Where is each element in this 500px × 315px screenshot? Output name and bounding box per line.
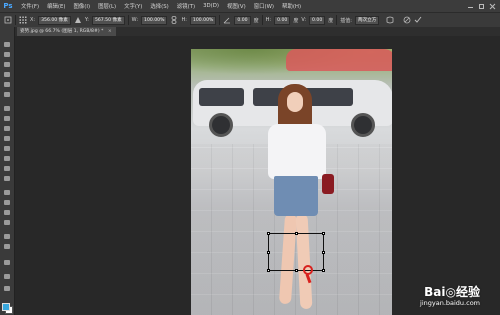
quick-select-tool-icon[interactable] [3, 71, 11, 78]
transform-options-bar: X: 356.00 像素 Y: 567.50 像素 W: 100.00% H: … [0, 12, 500, 28]
menu-help[interactable]: 帮助(H) [278, 2, 305, 10]
transform-handle[interactable] [295, 232, 298, 235]
path-select-tool-icon[interactable] [3, 209, 11, 216]
menu-view[interactable]: 视图(V) [223, 2, 250, 10]
zoom-tool-icon[interactable] [3, 243, 11, 250]
interpolation-select[interactable]: 两次立方 [354, 15, 380, 25]
shape-tool-icon[interactable] [3, 219, 11, 226]
maximize-icon[interactable] [478, 3, 485, 10]
baidu-jingyan-watermark: Bai◎经验 jingyan.baidu.com [420, 283, 480, 307]
degree-symbol: 度 [293, 17, 299, 24]
triangle-icon [74, 16, 82, 24]
brush-tool-icon[interactable] [3, 115, 11, 122]
dodge-tool-icon[interactable] [3, 175, 11, 182]
transform-handle[interactable] [322, 232, 325, 235]
menu-file[interactable]: 文件(F) [17, 2, 43, 10]
width-field[interactable]: 100.00% [141, 15, 168, 25]
document-tab[interactable]: 姿势.jpg @ 66.7% (图层 1, RGB/8#) * × [17, 27, 116, 36]
rotate-angle-icon [223, 16, 231, 24]
more-tools-icon[interactable] [3, 259, 11, 266]
menu-edit[interactable]: 编辑(E) [43, 2, 69, 10]
photo-woman [256, 84, 336, 315]
degree-symbol: 度 [328, 17, 334, 24]
pen-tool-icon[interactable] [3, 189, 11, 196]
quick-mask-icon[interactable] [3, 273, 11, 280]
separator [261, 15, 263, 25]
canvas-area[interactable]: Bai◎经验 jingyan.baidu.com [15, 36, 500, 315]
eraser-tool-icon[interactable] [3, 145, 11, 152]
transform-handle[interactable] [267, 251, 270, 254]
commit-transform-icon[interactable] [414, 16, 422, 24]
crop-tool-icon[interactable] [3, 81, 11, 88]
separator [219, 15, 221, 25]
document-tab-bar: 姿势.jpg @ 66.7% (图层 1, RGB/8#) * × [15, 27, 500, 36]
menu-window[interactable]: 窗口(W) [250, 2, 278, 10]
menu-select[interactable]: 选择(S) [146, 2, 172, 10]
document-tab-label: 姿势.jpg @ 66.7% (图层 1, RGB/8#) * [20, 29, 104, 34]
x-position-field[interactable]: 356.00 像素 [38, 15, 71, 25]
tools-panel [0, 27, 15, 315]
document-canvas-photo[interactable] [191, 49, 392, 315]
menu-image[interactable]: 图像(I) [70, 2, 95, 10]
watermark-logo: Bai◎经验 [424, 285, 480, 299]
transform-handle[interactable] [267, 232, 270, 235]
screen-mode-icon[interactable] [3, 285, 11, 292]
interpolation-label: 插值: [340, 17, 352, 24]
menu-type[interactable]: 文字(Y) [120, 2, 146, 10]
window-controls [467, 3, 500, 10]
blur-tool-icon[interactable] [3, 165, 11, 172]
degree-symbol: 度 [253, 17, 259, 24]
separator [15, 15, 16, 25]
cancel-transform-icon[interactable] [403, 16, 411, 24]
horizontal-skew-field[interactable]: 0.00 [274, 15, 291, 25]
menu-3d[interactable]: 3D(D) [199, 3, 223, 9]
minimize-icon[interactable] [467, 3, 474, 10]
separator [336, 15, 338, 25]
transform-handle[interactable] [322, 251, 325, 254]
foreground-color-swatch[interactable] [2, 303, 10, 311]
y-position-field[interactable]: 567.50 像素 [91, 15, 125, 25]
hand-tool-icon[interactable] [3, 233, 11, 240]
vertical-skew-field[interactable]: 0.00 [309, 15, 326, 25]
eyedropper-tool-icon[interactable] [3, 91, 11, 98]
x-label: X: [30, 17, 36, 23]
separator [127, 15, 129, 25]
free-transform-bounding-box[interactable] [267, 232, 325, 272]
menu-bar: Ps 文件(F) 编辑(E) 图像(I) 图层(L) 文字(Y) 选择(S) 滤… [0, 0, 500, 12]
move-tool-icon[interactable] [3, 41, 11, 48]
lasso-tool-icon[interactable] [3, 61, 11, 68]
warp-mode-icon[interactable] [386, 16, 394, 24]
gradient-tool-icon[interactable] [3, 155, 11, 162]
rotation-angle-field[interactable]: 0.00 [234, 15, 251, 25]
marquee-tool-icon[interactable] [3, 51, 11, 58]
h-label: H: [181, 17, 187, 23]
clone-stamp-tool-icon[interactable] [3, 125, 11, 132]
w-label: W: [131, 17, 139, 23]
link-icon[interactable] [170, 16, 178, 24]
history-brush-tool-icon[interactable] [3, 135, 11, 142]
transform-tool-icon[interactable] [4, 16, 12, 24]
transform-handle[interactable] [267, 269, 270, 272]
tab-close-icon[interactable]: × [108, 29, 112, 34]
transform-handle[interactable] [295, 269, 298, 272]
close-icon[interactable] [489, 3, 496, 10]
photoshop-logo: Ps [3, 2, 13, 10]
menu-layer[interactable]: 图层(L) [94, 2, 120, 10]
v-skew-label: V: [301, 17, 307, 23]
reference-point-icon[interactable] [19, 16, 27, 24]
height-field[interactable]: 100.00% [189, 15, 217, 25]
transform-handle[interactable] [322, 269, 325, 272]
y-label: Y: [84, 17, 89, 23]
type-tool-icon[interactable] [3, 199, 11, 206]
healing-brush-tool-icon[interactable] [3, 105, 11, 112]
menu-filter[interactable]: 滤镜(T) [173, 2, 199, 10]
h-skew-label: H: [265, 17, 272, 23]
watermark-url: jingyan.baidu.com [420, 299, 480, 307]
